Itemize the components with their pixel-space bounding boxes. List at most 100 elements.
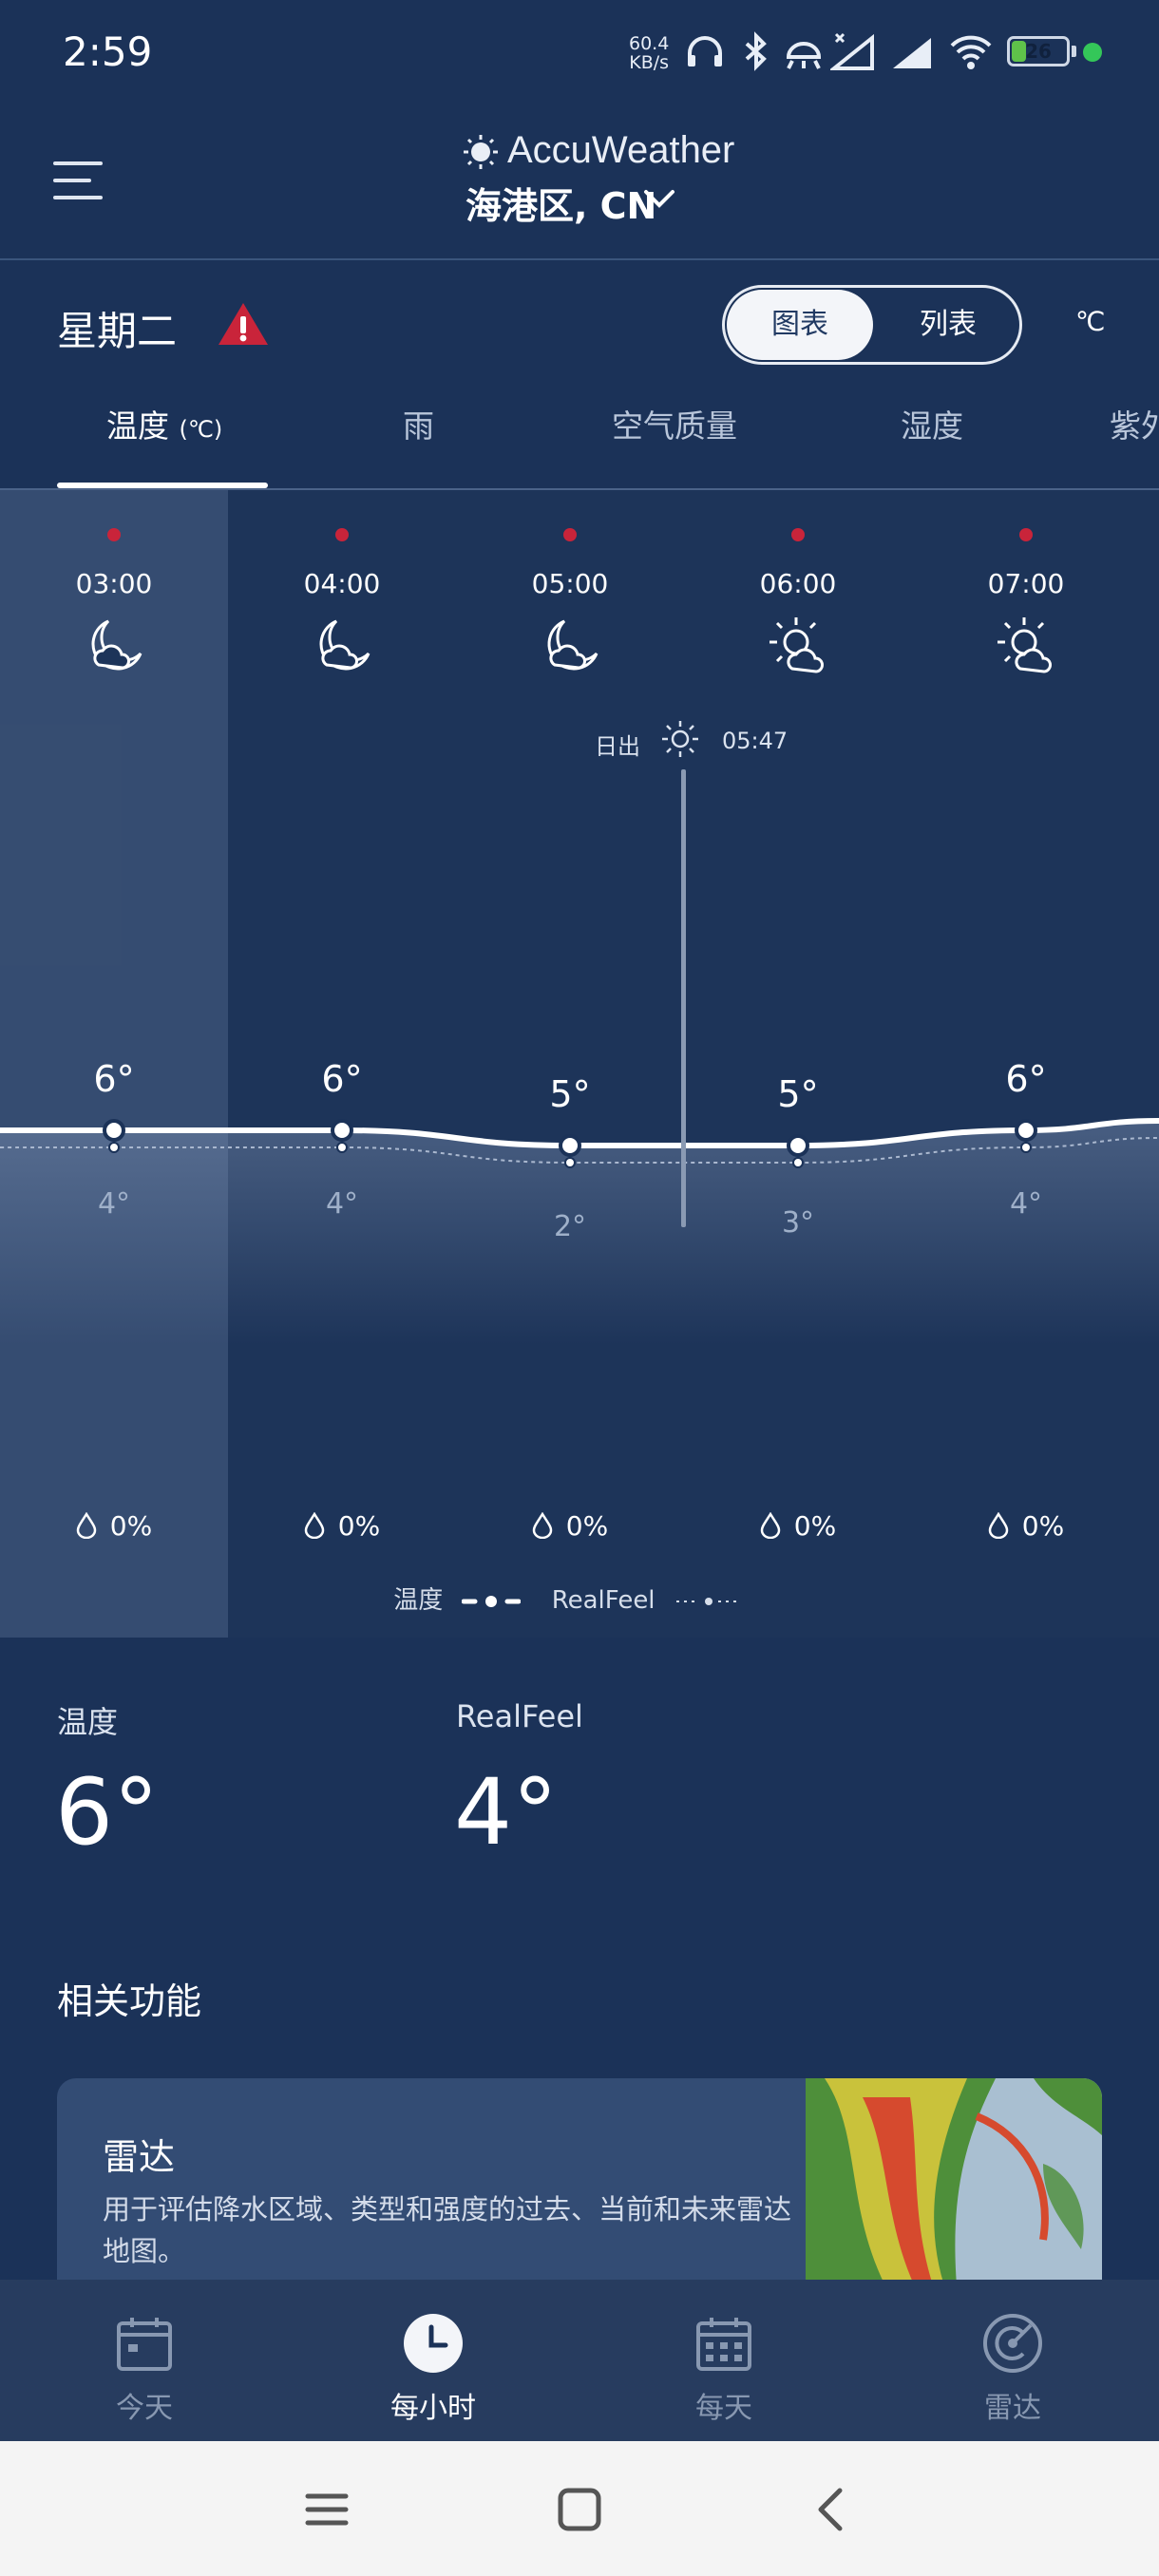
hour-precipitation: 0% bbox=[931, 1510, 1121, 1542]
tab-air-quality[interactable]: 空气质量 bbox=[612, 401, 737, 446]
nav-hourly-label: 每小时 bbox=[390, 2392, 476, 2425]
accuweather-sun-icon bbox=[464, 135, 498, 169]
nav-today[interactable]: 今天 bbox=[68, 2312, 220, 2426]
back-button-icon[interactable] bbox=[806, 2483, 859, 2536]
network-speed: 60.4 KB/s bbox=[629, 34, 669, 72]
wifi-icon bbox=[950, 35, 992, 69]
chevron-down-icon bbox=[644, 190, 674, 208]
network-speed-unit: KB/s bbox=[629, 52, 670, 73]
hour-column[interactable]: 05:00 5° 2° 0% bbox=[475, 490, 665, 1638]
water-drop-icon bbox=[988, 1512, 1009, 1539]
cellular-signal-icon bbox=[893, 38, 931, 68]
nav-radar[interactable]: 雷达 bbox=[937, 2312, 1089, 2426]
hour-realfeel: 3° bbox=[781, 1206, 815, 1240]
alert-dot bbox=[1019, 528, 1033, 541]
hour-column[interactable]: 06:00 5° 3° 0% bbox=[703, 490, 893, 1638]
legend-realfeel-swatch bbox=[675, 1597, 741, 1605]
hour-temperature: 5° bbox=[777, 1073, 819, 1115]
hour-realfeel: 4° bbox=[325, 1187, 359, 1221]
hour-temperature: 6° bbox=[1005, 1058, 1047, 1100]
toggle-chart-button[interactable]: 图表 bbox=[727, 290, 873, 360]
chart-legend: 温度 RealFeel bbox=[0, 1581, 1159, 1616]
calendar-grid-icon bbox=[696, 2318, 751, 2371]
status-dot bbox=[1083, 43, 1102, 62]
hour-time: 03:00 bbox=[75, 568, 153, 599]
water-drop-icon bbox=[760, 1512, 781, 1539]
nav-hourly[interactable]: 每小时 bbox=[357, 2312, 509, 2426]
hour-temperature: 5° bbox=[549, 1073, 591, 1115]
nav-daily-label: 每天 bbox=[695, 2392, 752, 2425]
legend-realfeel-label: RealFeel bbox=[551, 1586, 656, 1615]
hour-time: 06:00 bbox=[759, 568, 837, 599]
precipitation-value: 0% bbox=[793, 1510, 837, 1542]
tab-humidity[interactable]: 湿度 bbox=[901, 401, 963, 446]
hour-precipitation: 0% bbox=[247, 1510, 437, 1542]
alert-dot bbox=[563, 528, 577, 541]
hour-column[interactable]: 04:00 6° 4° 0% bbox=[247, 490, 437, 1638]
radar-icon bbox=[983, 2314, 1042, 2373]
sunrise-sun-icon bbox=[662, 721, 698, 757]
signal-no-service-icon bbox=[830, 32, 874, 70]
network-speed-value: 60.4 bbox=[629, 33, 670, 54]
hour-time: 04:00 bbox=[303, 568, 381, 599]
battery-indicator: 26 bbox=[1007, 36, 1070, 66]
tab-temperature-label: 温度 bbox=[106, 407, 169, 445]
radar-card-description: 用于评估降水区域、类型和强度的过去、当前和未来雷达地图。 bbox=[103, 2193, 792, 2267]
recent-apps-icon[interactable] bbox=[300, 2483, 353, 2536]
headphones-icon bbox=[688, 36, 722, 66]
radar-feature-card[interactable]: 雷达 用于评估降水区域、类型和强度的过去、当前和未来雷达地图。 bbox=[57, 2078, 1102, 2297]
alert-dot bbox=[107, 528, 121, 541]
current-realfeel-label: RealFeel bbox=[456, 1698, 583, 1734]
alert-dot bbox=[791, 528, 805, 541]
hour-realfeel: 2° bbox=[553, 1210, 587, 1243]
brand-name: AccuWeather bbox=[507, 129, 735, 171]
radar-map-thumbnail bbox=[806, 2078, 1102, 2297]
tab-rain[interactable]: 雨 bbox=[403, 401, 434, 446]
hour-temperature: 6° bbox=[321, 1058, 363, 1100]
current-realfeel-value: 4° bbox=[454, 1759, 559, 1866]
home-button-icon[interactable] bbox=[553, 2483, 606, 2536]
clock-icon bbox=[404, 2314, 463, 2373]
related-features-title: 相关功能 bbox=[57, 1980, 202, 2022]
hourly-temperature-chart: 日出 05:47 03:00 6° 4° 0% 04:00 6° 4° 0% 0… bbox=[0, 490, 1159, 1638]
bottom-navigation: 今天 每小时 每天 雷达 bbox=[0, 2280, 1159, 2441]
hamburger-menu-icon[interactable] bbox=[53, 160, 106, 201]
calendar-icon bbox=[117, 2318, 172, 2371]
alert-dot bbox=[335, 528, 349, 541]
alert-warning-icon[interactable] bbox=[217, 300, 270, 348]
precipitation-value: 0% bbox=[1021, 1510, 1065, 1542]
nav-radar-label: 雷达 bbox=[984, 2392, 1041, 2425]
location-name: 海港区, CN bbox=[466, 185, 657, 227]
hour-precipitation: 0% bbox=[475, 1510, 665, 1542]
toggle-list-button[interactable]: 列表 bbox=[877, 290, 1019, 360]
sunrise-marker-line bbox=[681, 769, 686, 1227]
sun-cloud-icon bbox=[998, 617, 1052, 673]
precipitation-value: 0% bbox=[109, 1510, 153, 1542]
hour-column[interactable]: 07:00 6° 4° 0% bbox=[931, 490, 1121, 1638]
hour-temperature: 6° bbox=[93, 1058, 135, 1100]
legend-temperature-swatch bbox=[462, 1595, 522, 1607]
legend-temperature-label: 温度 bbox=[393, 1586, 444, 1615]
hour-realfeel: 4° bbox=[1009, 1187, 1043, 1221]
status-bar: 2:59 60.4 KB/s 26 bbox=[0, 0, 1159, 104]
current-temperature-label: 温度 bbox=[57, 1704, 119, 1740]
battery-tip bbox=[1072, 46, 1076, 57]
hour-precipitation: 0% bbox=[703, 1510, 893, 1542]
nav-daily[interactable]: 每天 bbox=[648, 2312, 800, 2426]
hour-time: 05:00 bbox=[531, 568, 609, 599]
tab-uv[interactable]: 紫外 bbox=[1110, 401, 1159, 446]
current-temperature-value: 6° bbox=[55, 1759, 160, 1866]
bluetooth-icon bbox=[745, 31, 767, 71]
hour-column[interactable]: 03:00 6° 4° 0% bbox=[19, 490, 209, 1638]
precipitation-value: 0% bbox=[565, 1510, 609, 1542]
radar-card-title: 雷达 bbox=[103, 2136, 176, 2178]
tab-temperature[interactable]: 温度 (℃) bbox=[106, 401, 222, 446]
tab-temperature-unit: (℃) bbox=[179, 416, 223, 443]
unit-toggle[interactable]: ℃ bbox=[1075, 306, 1105, 337]
sun-cloud-icon bbox=[770, 617, 824, 673]
moon-cloud-icon bbox=[319, 619, 370, 671]
nav-today-label: 今天 bbox=[116, 2392, 173, 2425]
day-label: 星期二 bbox=[57, 308, 178, 354]
hour-realfeel: 4° bbox=[97, 1187, 131, 1221]
water-drop-icon bbox=[76, 1512, 97, 1539]
